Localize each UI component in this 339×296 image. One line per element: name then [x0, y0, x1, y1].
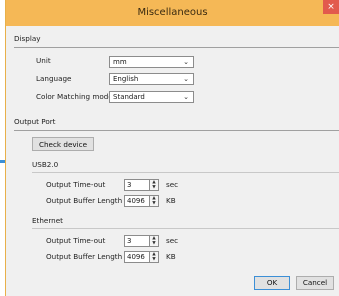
- usb-buffer-spin[interactable]: ▲ ▼: [149, 195, 159, 207]
- ethernet-timeout-label: Output Time-out: [46, 236, 106, 245]
- ethernet-divider: [32, 228, 339, 229]
- close-icon: ×: [327, 2, 335, 12]
- usb-timeout-unit: sec: [166, 180, 179, 189]
- miscellaneous-dialog: Miscellaneous × Display Unit mm ⌄ Langua…: [5, 0, 339, 296]
- color-matching-label: Color Matching mode: [36, 92, 113, 101]
- ethernet-timeout-unit: sec: [166, 236, 179, 245]
- dialog-title: Miscellaneous: [137, 7, 208, 18]
- chevron-down-icon: ⌄: [183, 75, 189, 83]
- language-label: Language: [36, 74, 72, 83]
- unit-value: mm: [113, 58, 127, 66]
- check-device-button[interactable]: Check device: [32, 137, 94, 151]
- ethernet-buffer-spin[interactable]: ▲ ▼: [149, 251, 159, 263]
- spin-down-icon[interactable]: ▼: [150, 241, 158, 246]
- ethernet-timeout-spin[interactable]: ▲ ▼: [149, 235, 159, 247]
- display-divider: [14, 47, 339, 48]
- ethernet-buffer-value: 4096: [127, 253, 145, 261]
- spin-down-icon[interactable]: ▼: [150, 185, 158, 190]
- color-matching-select[interactable]: Standard ⌄: [109, 91, 194, 103]
- ethernet-heading: Ethernet: [32, 216, 63, 225]
- chevron-down-icon: ⌄: [183, 58, 189, 66]
- usb-timeout-stepper[interactable]: 3 ▲ ▼: [124, 179, 159, 191]
- ethernet-timeout-value: 3: [127, 237, 132, 245]
- unit-label: Unit: [36, 56, 51, 65]
- spin-down-icon[interactable]: ▼: [150, 201, 158, 206]
- usb-timeout-value: 3: [127, 181, 132, 189]
- usb-heading: USB2.0: [32, 160, 59, 169]
- ethernet-buffer-unit: KB: [166, 252, 176, 261]
- ethernet-timeout-stepper[interactable]: 3 ▲ ▼: [124, 235, 159, 247]
- language-value: English: [113, 75, 139, 83]
- color-matching-value: Standard: [113, 93, 145, 101]
- close-button[interactable]: ×: [323, 0, 339, 14]
- chevron-down-icon: ⌄: [183, 93, 189, 101]
- spin-down-icon[interactable]: ▼: [150, 257, 158, 262]
- usb-buffer-label: Output Buffer Length: [46, 196, 123, 205]
- usb-timeout-spin[interactable]: ▲ ▼: [149, 179, 159, 191]
- output-port-divider: [14, 130, 339, 131]
- language-select[interactable]: English ⌄: [109, 73, 194, 85]
- ethernet-buffer-stepper[interactable]: 4096 ▲ ▼: [124, 251, 159, 263]
- usb-buffer-value: 4096: [127, 197, 145, 205]
- unit-select[interactable]: mm ⌄: [109, 56, 194, 68]
- usb-divider: [32, 172, 339, 173]
- usb-timeout-label: Output Time-out: [46, 180, 106, 189]
- usb-buffer-unit: KB: [166, 196, 176, 205]
- ethernet-buffer-label: Output Buffer Length: [46, 252, 123, 261]
- cancel-button[interactable]: Cancel: [296, 276, 334, 290]
- usb-buffer-stepper[interactable]: 4096 ▲ ▼: [124, 195, 159, 207]
- ok-button[interactable]: OK: [254, 276, 290, 290]
- output-port-heading: Output Port: [14, 117, 56, 126]
- display-heading: Display: [14, 34, 41, 43]
